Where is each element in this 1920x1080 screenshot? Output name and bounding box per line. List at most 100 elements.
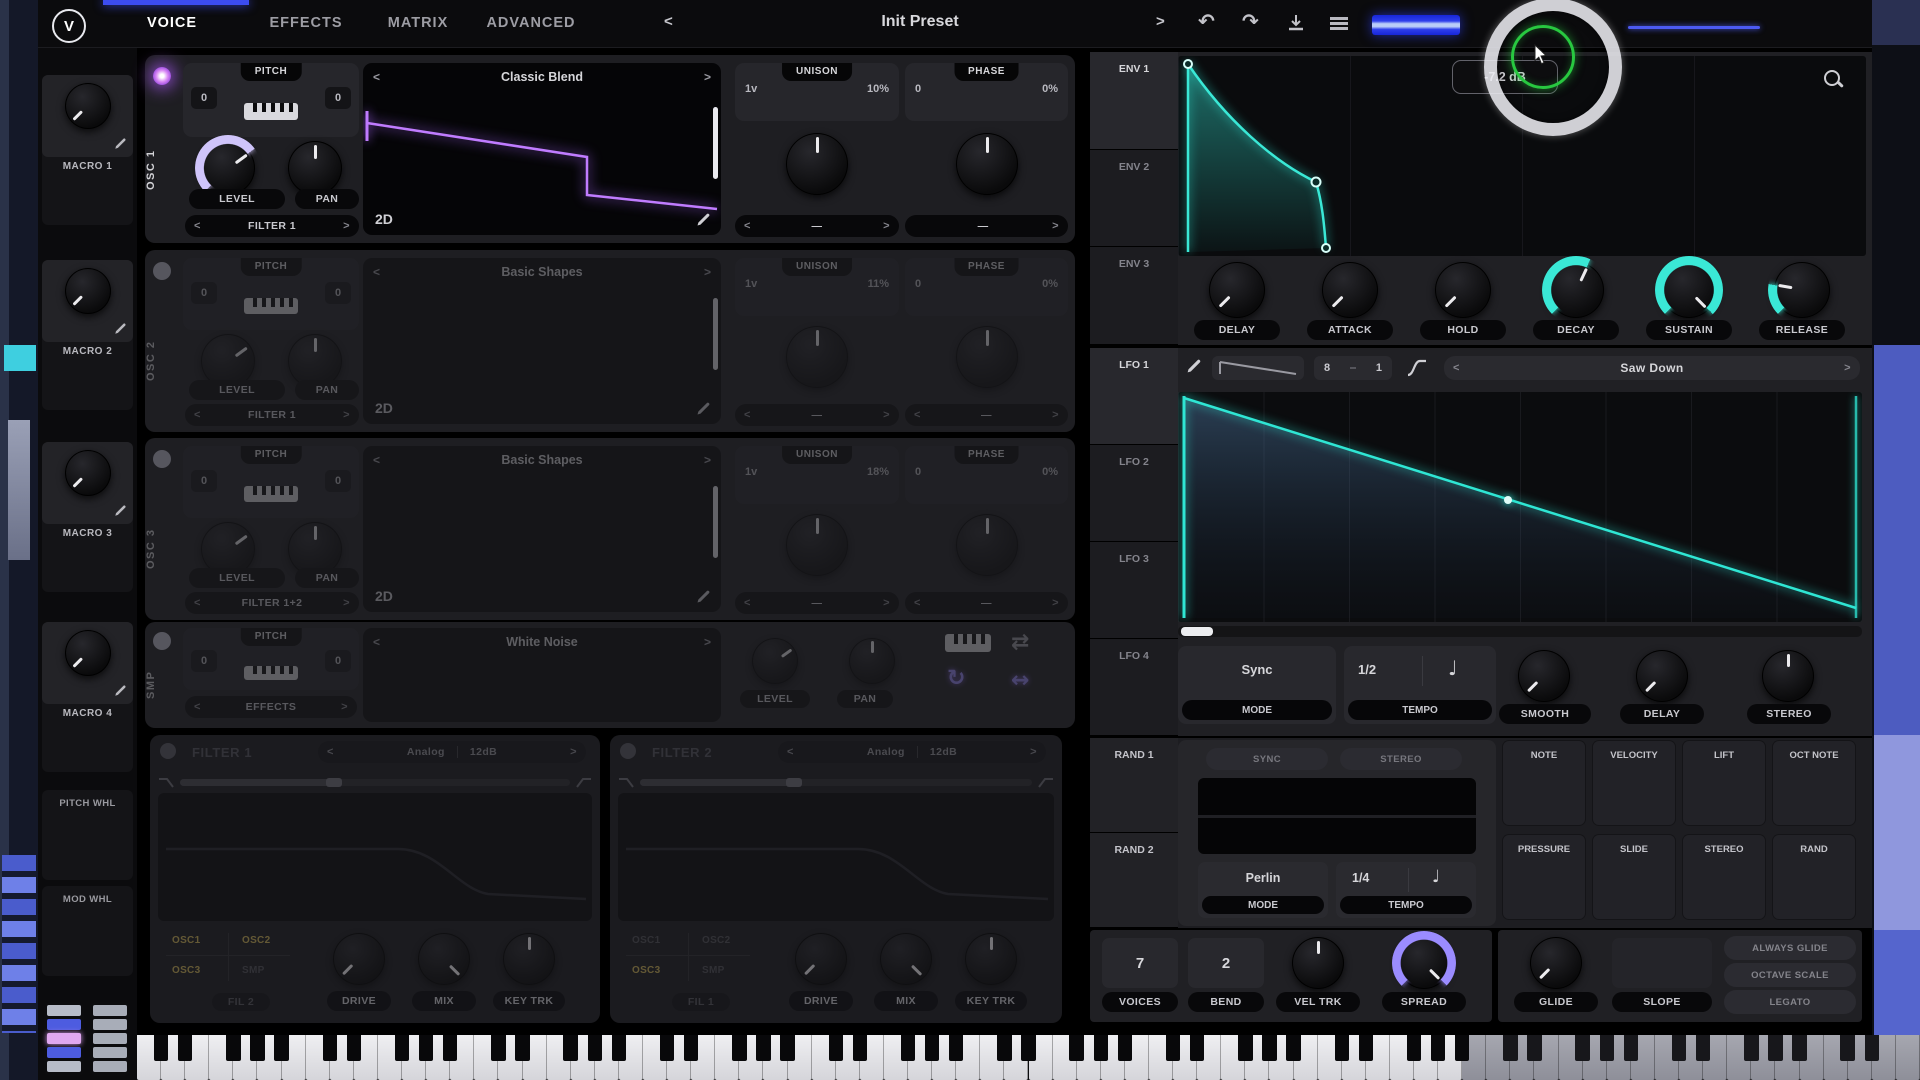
black-key[interactable] [1262, 1035, 1276, 1061]
osc3-phase-rand[interactable]: 0% [1042, 466, 1058, 478]
black-key[interactable] [250, 1035, 264, 1061]
black-key[interactable] [1768, 1035, 1782, 1061]
filter1-power-button[interactable] [160, 743, 176, 759]
edit-pencil-icon[interactable] [696, 589, 711, 604]
save-icon[interactable] [1286, 13, 1306, 33]
smp-pitch-semitones[interactable]: 0 [191, 650, 217, 672]
osc3-phase-knob[interactable] [956, 514, 1018, 576]
chevron-right-icon[interactable]: > [570, 746, 577, 758]
black-key[interactable] [1696, 1035, 1710, 1061]
black-key[interactable] [684, 1035, 698, 1061]
lfo-delay-knob[interactable] [1636, 650, 1688, 702]
lfo-mode-box[interactable]: Sync MODE [1178, 646, 1336, 724]
black-key[interactable] [491, 1035, 505, 1061]
osc3-wavetable-name[interactable]: Basic Shapes [363, 453, 721, 467]
sample-next-icon[interactable]: > [704, 635, 711, 649]
slider-handle[interactable] [786, 778, 802, 787]
lfo-tempo-value[interactable]: 1/2 [1358, 662, 1376, 677]
filter2-power-button[interactable] [620, 743, 636, 759]
filter2-display[interactable] [618, 793, 1054, 921]
black-key[interactable] [1672, 1035, 1686, 1061]
osc3-unison-voices[interactable]: 1v [745, 466, 757, 478]
filter2-input-osc2[interactable]: OSC2 [702, 935, 730, 946]
black-key[interactable] [612, 1035, 626, 1061]
rand2-tempo-box[interactable]: 1/4 ♩ TEMPO [1336, 862, 1476, 918]
black-key[interactable] [1407, 1035, 1421, 1061]
env-delay-knob[interactable] [1209, 262, 1265, 318]
osc3-wavetable-display[interactable]: < Basic Shapes > 2D [363, 446, 721, 612]
rand1-display[interactable] [1198, 778, 1476, 854]
preset-next-button[interactable]: > [1156, 13, 1165, 30]
osc3-unison-selector[interactable]: < — > [735, 592, 899, 614]
tab-advanced[interactable]: ADVANCED [476, 15, 586, 31]
chevron-left-icon[interactable]: < [744, 220, 751, 232]
chevron-right-icon[interactable]: > [1052, 220, 1059, 232]
edit-pencil-icon[interactable] [114, 504, 127, 517]
smp-sample-display[interactable]: < White Noise > [363, 628, 721, 722]
osc2-mode-label[interactable]: 2D [375, 400, 393, 416]
osc1-phase-knob[interactable] [956, 133, 1018, 195]
chevron-right-icon[interactable]: > [343, 220, 350, 232]
black-key[interactable] [949, 1035, 963, 1061]
preset-prev-button[interactable]: < [664, 13, 673, 30]
chevron-left-icon[interactable]: < [327, 746, 334, 758]
black-key[interactable] [1527, 1035, 1541, 1061]
macro-3-knob[interactable] [65, 450, 111, 496]
chevron-left-icon[interactable]: < [914, 597, 921, 609]
glide-knob[interactable] [1530, 937, 1582, 989]
lfo-tempo-box[interactable]: 1/2 ♩ TEMPO [1344, 646, 1496, 724]
edit-pencil-icon[interactable] [114, 322, 127, 335]
lfo-smooth-knob[interactable] [1518, 650, 1570, 702]
black-key[interactable] [1792, 1035, 1806, 1061]
chevron-left-icon[interactable]: < [787, 746, 794, 758]
slider-handle[interactable] [326, 778, 342, 787]
black-key[interactable] [563, 1035, 577, 1061]
mini-slider[interactable] [1628, 26, 1760, 29]
osc2-pitch-fine[interactable]: 0 [325, 282, 351, 304]
black-key[interactable] [1431, 1035, 1445, 1061]
osc1-pan-knob[interactable] [288, 141, 342, 195]
osc3-phase-selector[interactable]: < — > [905, 592, 1068, 614]
mpe-tile-octnote[interactable]: OCT NOTE [1772, 740, 1856, 826]
filter1-input-osc1[interactable]: OSC1 [172, 935, 200, 946]
spread-knob[interactable] [1398, 937, 1450, 989]
black-key[interactable] [347, 1035, 361, 1061]
env-release-knob[interactable] [1774, 262, 1830, 318]
keyboard-track-icon[interactable] [945, 634, 991, 652]
black-key[interactable] [1840, 1035, 1854, 1061]
edit-pencil-icon[interactable] [696, 212, 711, 227]
osc2-unison-voices[interactable]: 1v [745, 278, 757, 290]
pitch-wheel-widget[interactable] [44, 1002, 84, 1076]
wavetable-next-icon[interactable]: > [704, 453, 711, 467]
smp-level-knob[interactable] [752, 638, 798, 684]
lfo-display[interactable] [1178, 392, 1862, 622]
tab-voice[interactable]: VOICE [132, 15, 212, 31]
osc3-pitch-semitones[interactable]: 0 [191, 470, 217, 492]
rand2-mode-value[interactable]: Perlin [1198, 871, 1328, 885]
macro-2-knob[interactable] [65, 268, 111, 314]
filter2-input-fil[interactable]: FIL 1 [672, 993, 730, 1011]
osc3-mode-label[interactable]: 2D [375, 588, 393, 604]
chevron-left-icon[interactable]: < [1453, 362, 1460, 374]
black-key[interactable] [1069, 1035, 1083, 1061]
black-key[interactable] [274, 1035, 288, 1061]
env-hold-knob[interactable] [1435, 262, 1491, 318]
filter2-keytrk-knob[interactable] [965, 933, 1017, 985]
env-sustain-knob[interactable] [1661, 262, 1717, 318]
chevron-right-icon[interactable]: > [1030, 746, 1037, 758]
edit-pencil-icon[interactable] [1186, 358, 1202, 374]
lfo-phase-slider[interactable] [1178, 626, 1862, 637]
mod-wheel-widget[interactable] [90, 1002, 130, 1076]
smp-pan-knob[interactable] [849, 638, 895, 684]
filter1-keytrk-knob[interactable] [503, 933, 555, 985]
lfo-shape-selector[interactable]: < Saw Down > [1444, 356, 1860, 380]
phase-slider-handle[interactable] [1181, 627, 1213, 636]
osc1-unison-knob[interactable] [786, 133, 848, 195]
black-key[interactable] [1286, 1035, 1300, 1061]
tab-matrix[interactable]: MATRIX [374, 15, 462, 31]
chevron-left-icon[interactable]: < [194, 597, 201, 609]
volume-slider[interactable] [1372, 15, 1460, 35]
lfo-shape-preview[interactable] [1212, 356, 1304, 380]
veltrk-knob[interactable] [1292, 937, 1344, 989]
black-key[interactable] [226, 1035, 240, 1061]
